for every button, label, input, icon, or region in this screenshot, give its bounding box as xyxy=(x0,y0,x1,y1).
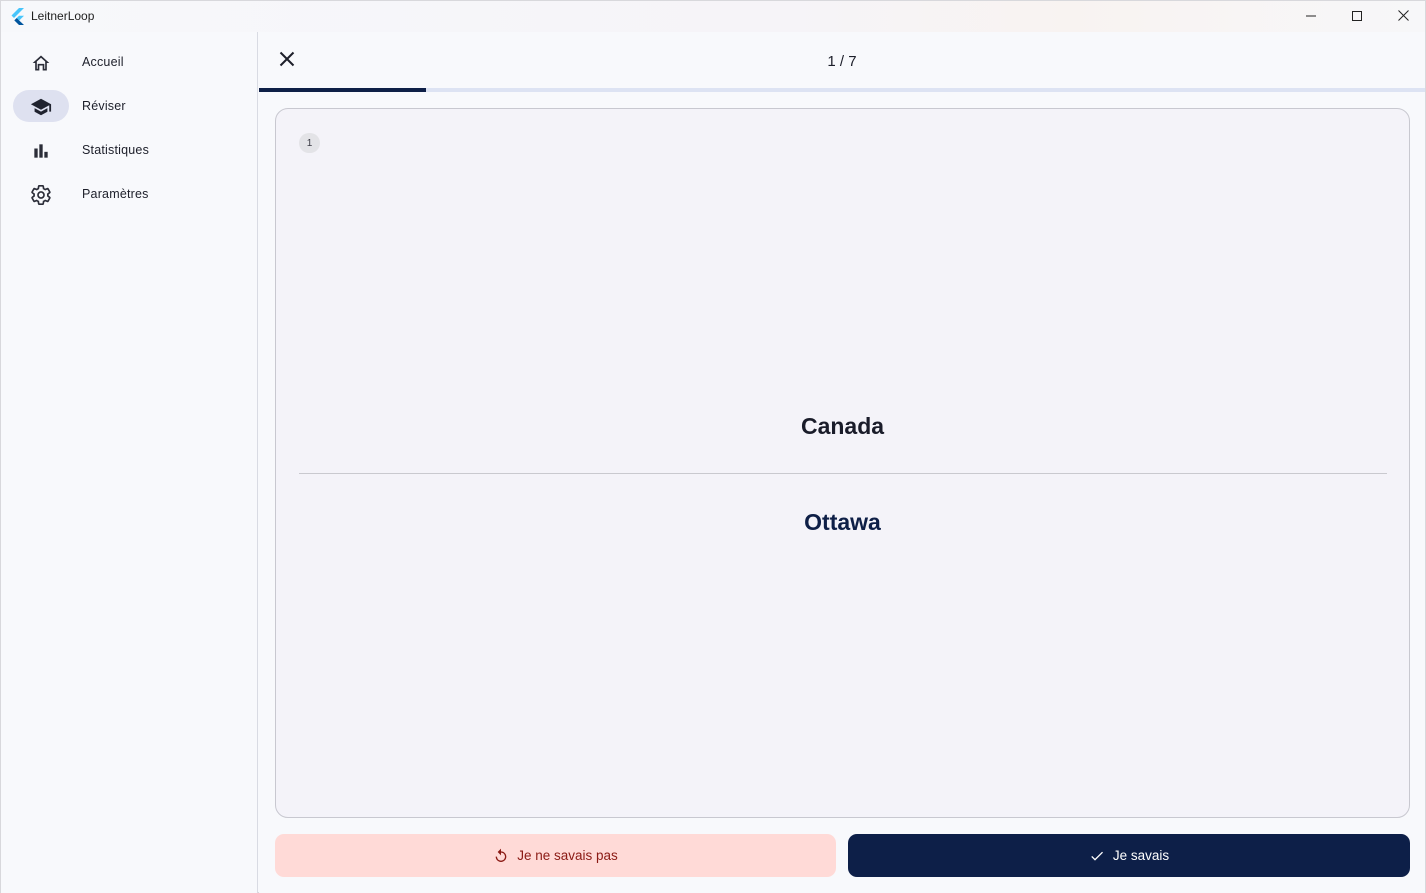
minimize-button[interactable] xyxy=(1288,1,1334,32)
card-answer: Ottawa xyxy=(804,509,881,535)
navigation-rail: Accueil Réviser Statistiques Paramètres xyxy=(1,32,258,893)
maximize-button[interactable] xyxy=(1334,1,1380,32)
nav-item-accueil[interactable]: Accueil xyxy=(13,46,245,80)
close-icon xyxy=(1397,8,1409,26)
school-icon xyxy=(30,96,52,118)
minimize-icon xyxy=(1306,8,1316,26)
window-title: LeitnerLoop xyxy=(31,9,95,23)
flutter-logo-icon xyxy=(10,8,26,25)
check-icon xyxy=(1089,848,1105,864)
gear-icon xyxy=(30,184,52,206)
flashcard[interactable]: 1 Canada Ottawa xyxy=(275,108,1410,818)
title-bar: LeitnerLoop xyxy=(1,1,1425,32)
window-close-button[interactable] xyxy=(1380,1,1426,32)
didnt-know-label: Je ne savais pas xyxy=(517,848,618,863)
didnt-know-button[interactable]: Je ne savais pas xyxy=(275,834,836,877)
nav-label: Accueil xyxy=(82,55,124,69)
knew-it-button[interactable]: Je savais xyxy=(848,834,1410,877)
nav-label: Réviser xyxy=(82,99,126,113)
card-divider xyxy=(299,473,1387,474)
progress-bar xyxy=(259,88,1425,92)
nav-item-statistiques[interactable]: Statistiques xyxy=(13,134,245,168)
nav-item-reviser[interactable]: Réviser xyxy=(13,90,245,124)
nav-item-parametres[interactable]: Paramètres xyxy=(13,178,245,212)
app-window: LeitnerLoop Accueil Réviser Statistiques… xyxy=(0,0,1426,893)
card-question: Canada xyxy=(800,413,885,439)
maximize-icon xyxy=(1352,8,1362,26)
nav-label: Statistiques xyxy=(82,143,150,157)
progress-counter: 1 / 7 xyxy=(827,53,857,70)
bar-chart-icon xyxy=(30,140,52,162)
home-icon xyxy=(30,52,52,74)
refresh-icon xyxy=(493,848,509,864)
nav-label: Paramètres xyxy=(82,187,149,201)
knew-it-label: Je savais xyxy=(1112,848,1170,863)
box-number-badge: 1 xyxy=(299,133,320,153)
progress-bar-fill xyxy=(259,88,426,92)
review-panel: 1 / 7 1 Canada Ottawa Je ne savais pas J… xyxy=(259,32,1425,893)
